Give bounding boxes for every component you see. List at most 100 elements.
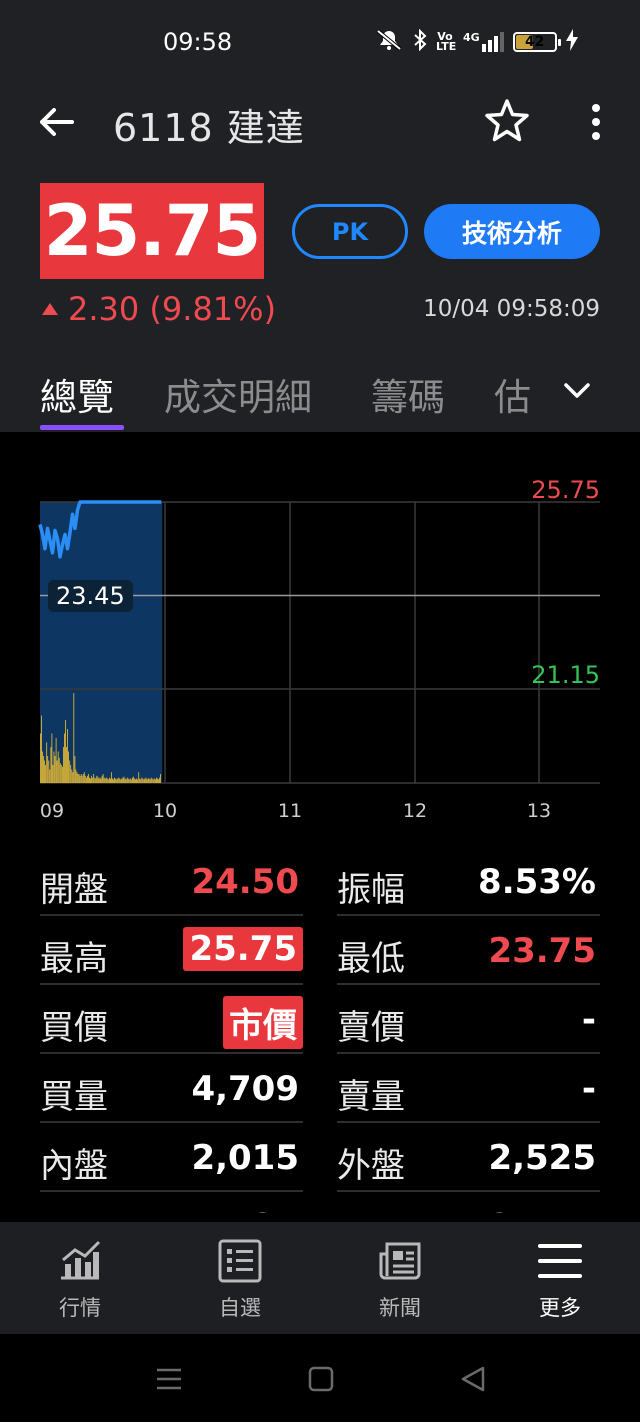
volume-bar bbox=[156, 777, 157, 783]
price-change: 2.30 (9.81%) bbox=[42, 290, 276, 328]
x-tick-label: 11 bbox=[277, 800, 303, 822]
stat-value: 23.45 bbox=[488, 1207, 596, 1213]
nav-quotes[interactable]: 行情 bbox=[0, 1222, 160, 1334]
volume-bar bbox=[107, 779, 109, 783]
volume-bar bbox=[70, 765, 72, 783]
stat-value: 2,015 bbox=[191, 1138, 299, 1178]
volume-bar bbox=[138, 772, 140, 783]
volume-bar bbox=[152, 779, 154, 783]
stat-value: - bbox=[581, 1000, 596, 1040]
tabs-expand-button[interactable] bbox=[562, 376, 592, 406]
volume-bar bbox=[97, 776, 99, 783]
nav-watchlist[interactable]: 自選 bbox=[160, 1222, 320, 1334]
volume-bar bbox=[51, 733, 53, 783]
tab-trade-details[interactable]: 成交明細 bbox=[164, 367, 312, 421]
volume-bar bbox=[143, 779, 145, 783]
volume-bar bbox=[142, 778, 144, 783]
stat-value: - bbox=[581, 1069, 596, 1109]
more-options-button[interactable] bbox=[584, 100, 608, 144]
recents-icon[interactable] bbox=[154, 1364, 184, 1394]
tab-indicator bbox=[40, 425, 124, 430]
volume-bar bbox=[122, 777, 124, 783]
nav-label: 行情 bbox=[59, 1296, 101, 1320]
volume-bar bbox=[134, 778, 135, 783]
stat-cell: 昨收 23.45 bbox=[337, 1193, 600, 1213]
stats-row: 買量 4,709 賣量 - bbox=[40, 1055, 600, 1124]
volume-bar bbox=[94, 777, 96, 783]
volume-bar bbox=[48, 760, 50, 783]
technical-analysis-button[interactable]: 技術分析 bbox=[424, 204, 600, 259]
page-title: 6118 建達 bbox=[113, 106, 305, 150]
stat-label: 賣量 bbox=[337, 1077, 405, 1117]
system-nav-bar bbox=[0, 1334, 640, 1422]
volume-bar bbox=[147, 778, 149, 783]
stats-row: 買價 市價 賣價 - bbox=[40, 986, 600, 1055]
x-tick-label: 12 bbox=[402, 800, 428, 822]
favorite-button[interactable] bbox=[483, 97, 531, 145]
volume-bar bbox=[56, 760, 58, 783]
stats-row: 最高 25.75 最低 23.75 bbox=[40, 917, 600, 986]
volume-bar bbox=[91, 775, 92, 783]
volume-bar bbox=[92, 777, 94, 783]
stat-label: 賣價 bbox=[337, 1008, 405, 1048]
stats-row: 開盤 24.50 振幅 8.53% bbox=[40, 848, 600, 917]
volume-bar bbox=[96, 775, 98, 783]
chart-low-label: 21.15 bbox=[531, 661, 600, 689]
volume-bar bbox=[117, 778, 119, 783]
chevron-down-icon bbox=[564, 383, 590, 398]
bluetooth-icon bbox=[413, 28, 427, 55]
volume-bar bbox=[118, 777, 120, 783]
volume-bar bbox=[75, 769, 77, 783]
volume-bar bbox=[133, 776, 134, 783]
volume-bar bbox=[102, 774, 104, 783]
volume-bar bbox=[141, 777, 143, 783]
up-triangle-icon bbox=[42, 303, 58, 315]
volume-bar bbox=[115, 778, 117, 783]
nav-more[interactable]: 更多 bbox=[480, 1222, 640, 1334]
back-button[interactable] bbox=[34, 100, 78, 144]
volume-bar bbox=[40, 733, 41, 783]
stat-value: 4,709 bbox=[191, 1069, 299, 1109]
stat-cell: 買價 市價 bbox=[40, 986, 303, 1054]
volume-bar bbox=[86, 777, 87, 783]
volume-bar bbox=[68, 751, 69, 783]
stat-label: 最低 bbox=[337, 939, 405, 979]
volume-bar bbox=[123, 776, 125, 783]
pk-button[interactable]: PK bbox=[292, 204, 408, 259]
volume-bar bbox=[65, 720, 66, 783]
volume-bar bbox=[155, 779, 156, 783]
stat-value: 25.75 bbox=[183, 927, 303, 971]
volume-bar bbox=[100, 778, 102, 783]
volume-bar bbox=[93, 774, 95, 783]
tab-chips[interactable]: 籌碼 bbox=[371, 367, 445, 421]
nav-news[interactable]: 新聞 bbox=[320, 1222, 480, 1334]
volume-bar bbox=[74, 756, 76, 783]
battery-level: 42 bbox=[524, 34, 545, 50]
stat-label: 買量 bbox=[40, 1077, 108, 1117]
volume-bar bbox=[55, 738, 57, 783]
stat-cell: 賣價 - bbox=[337, 986, 600, 1054]
volume-bar bbox=[158, 779, 159, 783]
back-icon[interactable] bbox=[458, 1364, 488, 1394]
chart-high-label: 25.75 bbox=[531, 476, 600, 504]
volume-bar bbox=[114, 777, 115, 783]
tab-overview[interactable]: 總覽 bbox=[40, 367, 114, 421]
volume-bar bbox=[49, 769, 51, 783]
stats-row: 金額(億) 1.24 昨收 23.45 bbox=[40, 1193, 600, 1213]
volume-bar bbox=[99, 777, 101, 783]
tab-valuation[interactable]: 估 bbox=[494, 367, 531, 421]
volume-bar bbox=[144, 778, 146, 783]
volume-bar bbox=[157, 778, 158, 783]
volume-bar bbox=[137, 779, 138, 783]
stat-cell: 買量 4,709 bbox=[40, 1055, 303, 1123]
volume-bar bbox=[145, 777, 147, 783]
volume-bar bbox=[78, 774, 80, 783]
stats-row: 內盤 2,015 外盤 2,525 bbox=[40, 1124, 600, 1193]
intraday-chart[interactable]: 25.75 23.45 21.15 09 10 11 12 13 bbox=[0, 432, 640, 832]
home-icon[interactable] bbox=[306, 1364, 336, 1394]
volume-bar bbox=[111, 772, 112, 783]
volume-bar bbox=[151, 778, 153, 783]
volume-bar bbox=[80, 774, 82, 783]
status-time: 09:58 bbox=[163, 28, 233, 56]
volume-bar bbox=[73, 693, 75, 783]
